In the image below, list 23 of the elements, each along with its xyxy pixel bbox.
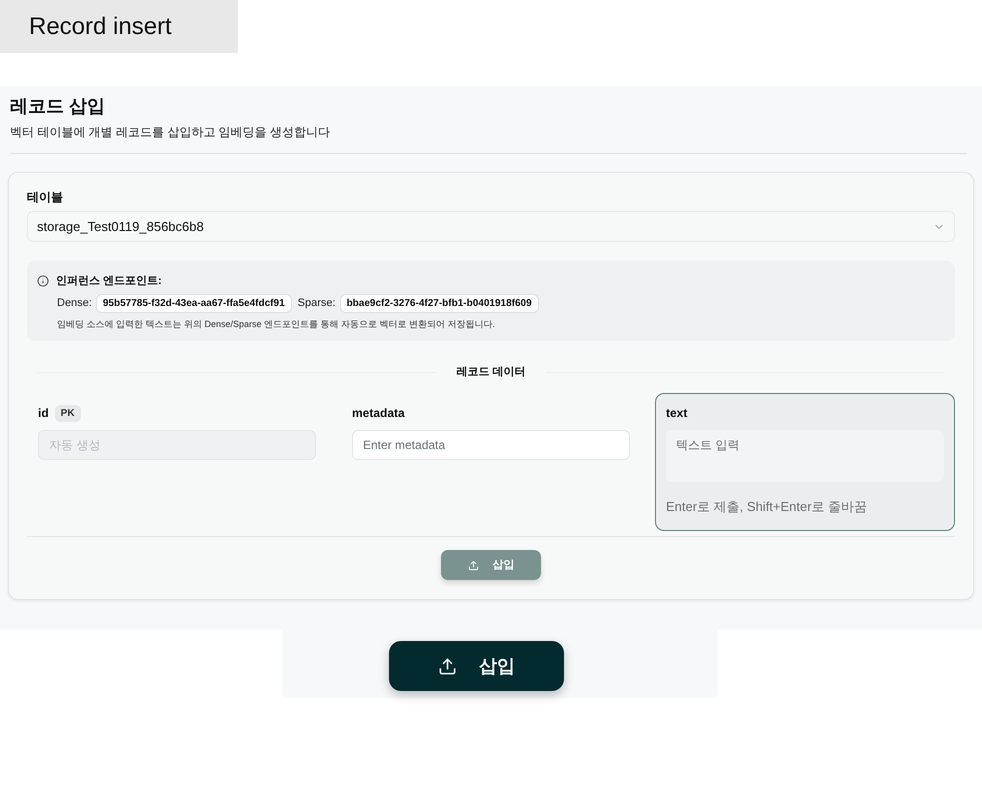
info-title: 인퍼런스 엔드포인트:	[56, 274, 162, 289]
info-note: 임베딩 소스에 입력한 텍스트는 위의 Dense/Sparse 엔드포인트를 통해 자동으로 벡터로 변환되어 저장됩니다.	[56, 318, 496, 331]
field-label: 테이블	[27, 189, 64, 205]
page-subtitle: 벡터 테이블에 개별 레코드를 삽입하고 임베딩을 생성합니다	[10, 124, 332, 140]
table-select[interactable]: storage_Test0119_856bc6b8	[27, 211, 955, 242]
upload-icon	[438, 656, 457, 676]
caption-label: Record insert	[29, 12, 172, 42]
endpoint-id: bbae9cf2-3276-4f27-bfb1-b0401918f609	[340, 294, 539, 313]
input-hint: Enter로 제출, Shift+Enter로 줄바꿈	[666, 498, 868, 516]
upload-icon	[468, 560, 478, 570]
insert-button[interactable]: 삽입	[389, 641, 564, 691]
text-area-field[interactable]: 텍스트 입력	[666, 430, 944, 482]
field-label: metadata	[352, 405, 405, 422]
field-label: id	[38, 405, 49, 422]
pk-badge: PK	[54, 404, 81, 422]
input-field[interactable]: Enter metadata	[352, 430, 630, 460]
page-title: 레코드 삽입	[10, 95, 106, 118]
endpoint-label: Dense:	[57, 296, 92, 312]
field-label: text	[666, 405, 688, 422]
endpoint-id: 95b57785-f32d-43ea-aa67-ffa5e4fdcf91	[96, 294, 292, 313]
section-heading: 레코드 데이터	[456, 365, 526, 380]
info-icon	[37, 275, 49, 287]
endpoint-label: Sparse:	[298, 296, 336, 312]
